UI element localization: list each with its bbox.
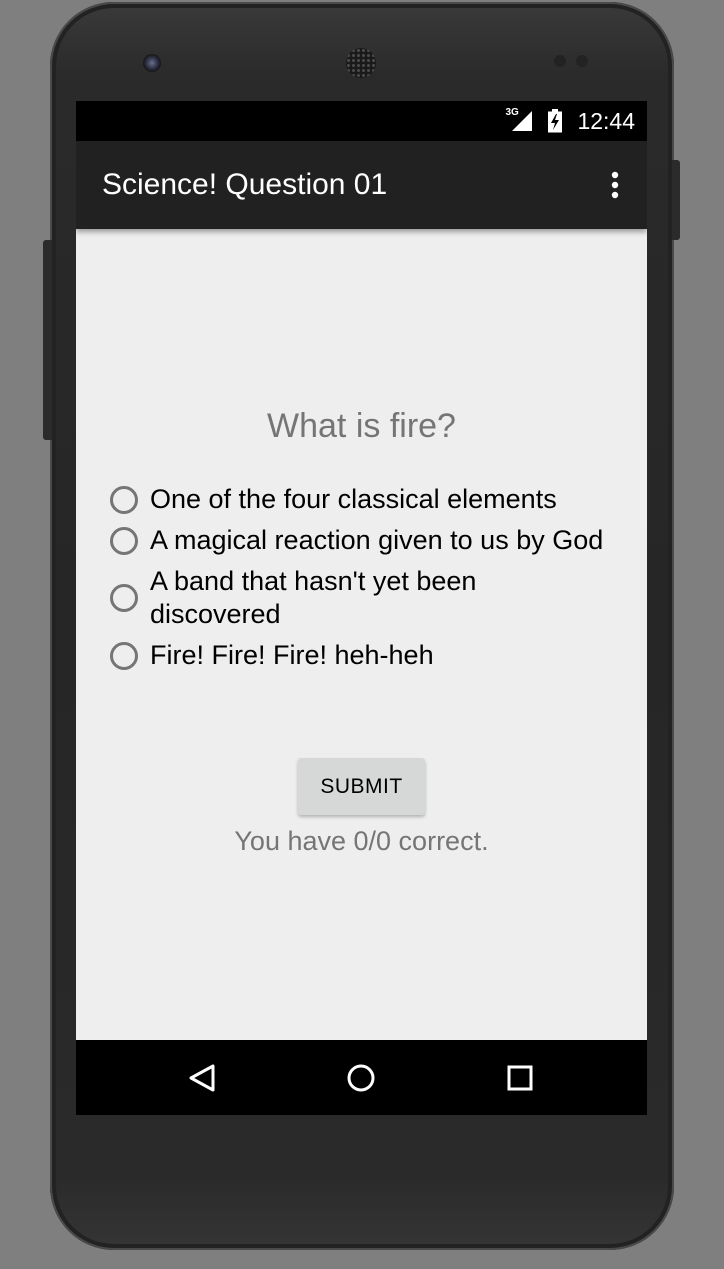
signal-3g-icon: 3G <box>505 107 533 133</box>
action-bar: Science! Question 01 <box>76 141 647 229</box>
light-sensor-icon <box>576 55 588 67</box>
page-title: Science! Question 01 <box>102 168 388 201</box>
home-icon <box>347 1064 375 1091</box>
score-text: You have 0/0 correct. <box>234 826 489 856</box>
radio-button-icon[interactable] <box>110 485 138 514</box>
home-button[interactable] <box>321 1040 401 1115</box>
battery-icon <box>547 109 563 133</box>
answer-option-label: One of the four classical elements <box>150 484 557 514</box>
recents-button[interactable] <box>480 1040 560 1115</box>
front-camera-icon <box>143 54 161 72</box>
back-button[interactable] <box>162 1040 242 1115</box>
answer-option-label: A band that hasn't yet been discovered <box>150 566 477 629</box>
radio-button-icon[interactable] <box>110 526 138 555</box>
answer-option-label: A magical reaction given to us by God <box>150 525 604 555</box>
device-screen: 3G 12:44 Science! Question 01 What is fi… <box>76 101 647 1115</box>
quiz-content: What is fire? One of the four classical … <box>76 229 647 1040</box>
answer-option-1[interactable]: One of the four classical elements <box>108 483 608 516</box>
answer-option-label: Fire! Fire! Fire! heh-heh <box>150 640 434 670</box>
status-bar: 3G 12:44 <box>76 101 647 141</box>
answer-option-2[interactable]: A magical reaction given to us by God <box>108 524 608 557</box>
answer-radio-group: One of the four classical elements A mag… <box>108 483 608 680</box>
power-button <box>672 160 680 240</box>
back-icon <box>189 1064 215 1091</box>
navigation-bar <box>76 1040 647 1115</box>
more-vert-icon <box>611 171 619 199</box>
recents-icon <box>507 1065 533 1090</box>
earpiece-speaker-icon <box>346 48 376 78</box>
answer-option-4[interactable]: Fire! Fire! Fire! heh-heh <box>108 639 608 672</box>
radio-button-icon[interactable] <box>110 641 138 670</box>
question-text: What is fire? <box>267 407 456 445</box>
overflow-menu-button[interactable] <box>601 165 629 205</box>
status-time: 12:44 <box>577 107 635 134</box>
radio-button-icon[interactable] <box>110 584 138 612</box>
answer-option-3[interactable]: A band that hasn't yet been discovered <box>108 565 608 631</box>
submit-button[interactable]: SUBMIT <box>298 758 425 815</box>
proximity-sensor-icon <box>554 55 566 67</box>
volume-button <box>43 240 52 440</box>
